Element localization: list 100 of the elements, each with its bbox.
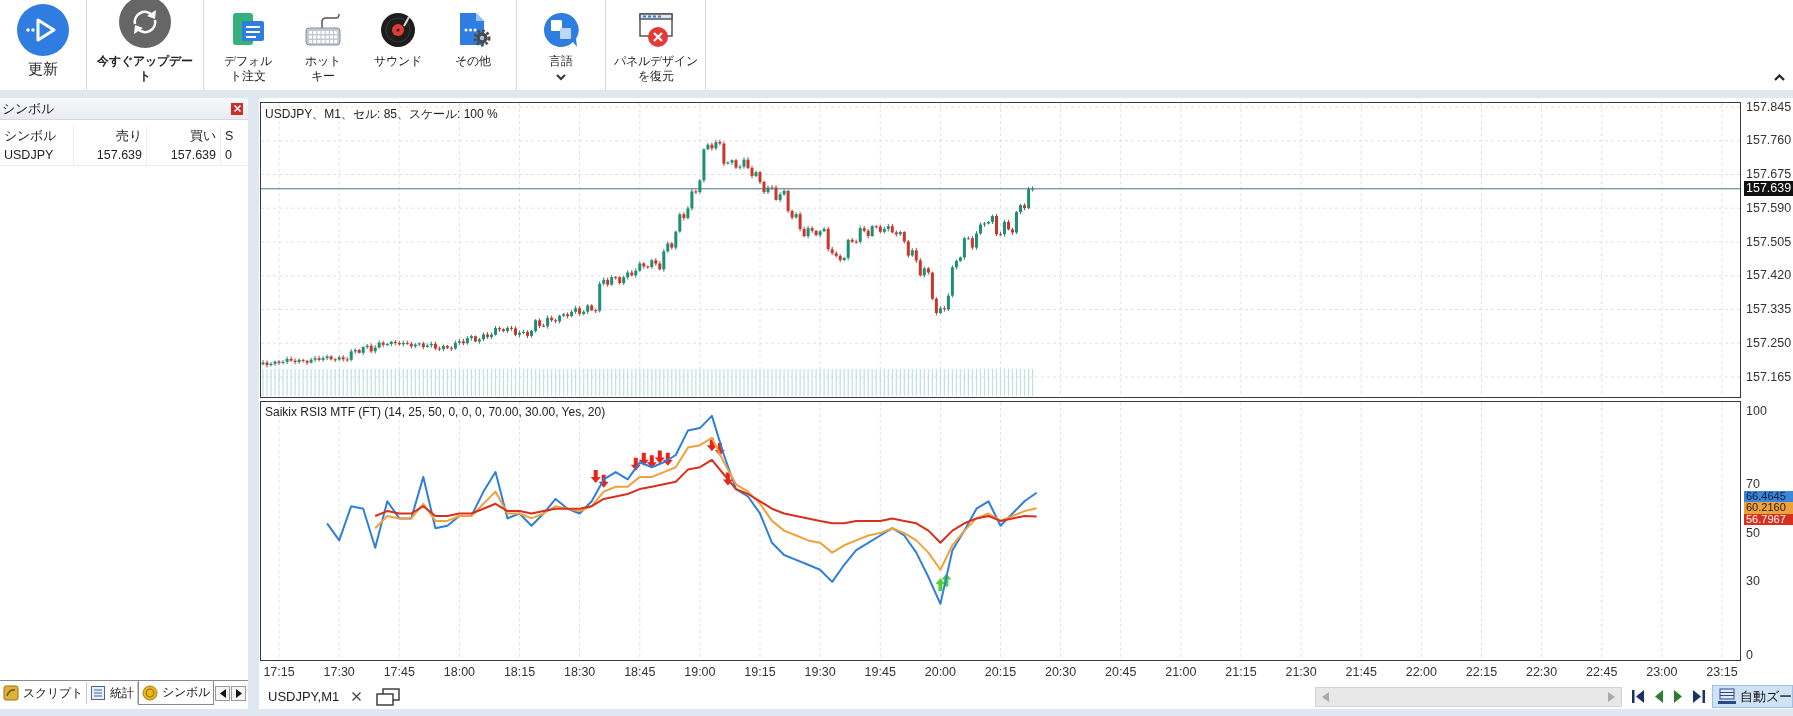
axis-label: 157.420: [1746, 269, 1792, 283]
down-arrow-icon: [638, 452, 649, 466]
axis-label: 157.760: [1746, 134, 1792, 148]
axis-label: 50: [1746, 526, 1760, 540]
close-icon[interactable]: [352, 692, 362, 701]
time-label: 18:15: [502, 665, 537, 679]
more-button[interactable]: その他: [435, 0, 510, 90]
time-label: 22:30: [1524, 665, 1559, 679]
time-label: 23:00: [1645, 665, 1679, 679]
time-label: 18:45: [623, 665, 657, 679]
table-cell: 0: [221, 146, 248, 166]
time-label: 19:30: [803, 665, 837, 679]
down-arrow-icon: [714, 443, 725, 457]
skip-forward-icon[interactable]: [1693, 690, 1705, 703]
chevron-down-icon: [556, 74, 566, 81]
language-button[interactable]: 言語: [523, 0, 599, 90]
time-label: 17:30: [322, 665, 356, 679]
scroll-right-button[interactable]: [231, 686, 246, 701]
chart-tab[interactable]: USDJPY,M1: [268, 689, 340, 704]
time-label: 20:15: [983, 665, 1018, 679]
table-cell: USDJPY: [0, 146, 74, 166]
time-label: 21:45: [1344, 665, 1378, 679]
left-triangle-icon[interactable]: [1655, 690, 1663, 703]
play-circle-icon: [17, 4, 69, 56]
vinyl-disc-icon: [379, 12, 416, 48]
down-arrow-icon: [646, 455, 657, 469]
table-cell: 157.639: [147, 146, 221, 166]
update-button[interactable]: 今すぐアップデート: [93, 0, 197, 90]
default-order-button[interactable]: デフォルト注文: [210, 0, 285, 90]
value-tag: 60.2160: [1744, 502, 1793, 514]
time-label: 22:00: [1404, 665, 1438, 679]
skip-back-icon[interactable]: [1632, 690, 1644, 703]
up-arrow-icon: [941, 573, 952, 587]
close-button[interactable]: [231, 102, 243, 115]
time-label: 18:00: [442, 665, 477, 679]
axis-label: 70: [1746, 477, 1760, 491]
close-icon: [233, 105, 241, 112]
indicator-title: Saikix RSI3 MTF (FT) (14, 25, 50, 0, 0, 0, 70.00, 30.00, Yes, 20): [265, 405, 606, 419]
value-tag: 66.4645: [1744, 490, 1793, 503]
column-header[interactable]: S: [221, 127, 248, 146]
coin-icon: [142, 684, 158, 701]
time-label: 20:45: [1104, 665, 1138, 679]
sound-button[interactable]: サウンド: [360, 0, 435, 90]
time-label: 18:30: [563, 665, 597, 679]
panel-tab[interactable]: スクリプト: [0, 682, 87, 704]
axis-label: 30: [1746, 575, 1760, 589]
monitor-icon: [1717, 687, 1737, 706]
column-header[interactable]: 売り: [74, 127, 147, 146]
scroll-left-button[interactable]: [215, 686, 230, 701]
axis-label: 157.250: [1746, 336, 1792, 350]
axis-label: 157.845: [1746, 100, 1792, 114]
window-stack-icon[interactable]: [376, 687, 401, 706]
translate-icon: [543, 12, 579, 48]
axis-label: 100: [1746, 404, 1767, 418]
axis-label: 157.335: [1746, 303, 1792, 316]
time-label: 20:00: [923, 665, 957, 679]
script-icon: [3, 685, 19, 701]
down-arrow-icon: [630, 457, 641, 471]
axis-label: 157.505: [1746, 235, 1792, 249]
column-header[interactable]: シンボル: [0, 127, 74, 146]
down-arrow-icon: [598, 474, 609, 488]
time-label: 19:00: [683, 665, 717, 679]
panel-title: シンボル: [2, 99, 54, 118]
time-label: 17:45: [382, 665, 416, 679]
hotkey-button[interactable]: ホットキー: [285, 0, 360, 90]
axis-label: 0: [1746, 648, 1753, 662]
down-arrow-icon: [706, 438, 717, 452]
window-error-icon: [637, 12, 674, 48]
down-arrow-icon: [722, 472, 733, 486]
auto-zoom-button[interactable]: 自動ズー: [1712, 685, 1793, 708]
time-label: 17:15: [262, 665, 296, 679]
chart-title: USDJPY、M1、セル: 85、スケール: 100 %: [265, 106, 498, 123]
refresh-button[interactable]: 更新: [6, 0, 80, 90]
column-header[interactable]: 買い: [147, 127, 221, 146]
down-arrow-icon: [654, 450, 665, 464]
current-price-tag: 157.639: [1744, 181, 1793, 197]
right-triangle-icon[interactable]: [1674, 690, 1682, 703]
table-icon: [90, 685, 106, 701]
down-arrow-icon: [590, 469, 601, 483]
restore-layout-button[interactable]: パネルデザインを復元: [612, 0, 699, 90]
table-cell: 157.639: [74, 146, 147, 166]
keyboard-icon: [304, 12, 341, 48]
time-label: 22:45: [1585, 665, 1619, 679]
time-label: 21:30: [1284, 665, 1318, 679]
time-label: 19:15: [743, 665, 777, 679]
chevron-up-icon[interactable]: [1774, 74, 1785, 81]
up-arrow-icon: [935, 578, 946, 592]
left-triangle-icon: [219, 689, 226, 698]
time-label: 23:15: [1705, 665, 1739, 679]
down-arrow-icon: [662, 452, 673, 466]
right-triangle-icon: [235, 689, 242, 698]
panel-tab[interactable]: シンボル: [138, 681, 214, 705]
time-label: 21:15: [1224, 665, 1258, 679]
time-label: 20:30: [1043, 665, 1078, 679]
axis-label: 157.675: [1746, 168, 1792, 181]
axis-label: 157.165: [1746, 370, 1792, 384]
time-label: 21:00: [1164, 665, 1198, 679]
time-label: 19:45: [863, 665, 897, 679]
time-label: 22:15: [1464, 665, 1499, 679]
axis-label: 157.590: [1746, 201, 1792, 215]
